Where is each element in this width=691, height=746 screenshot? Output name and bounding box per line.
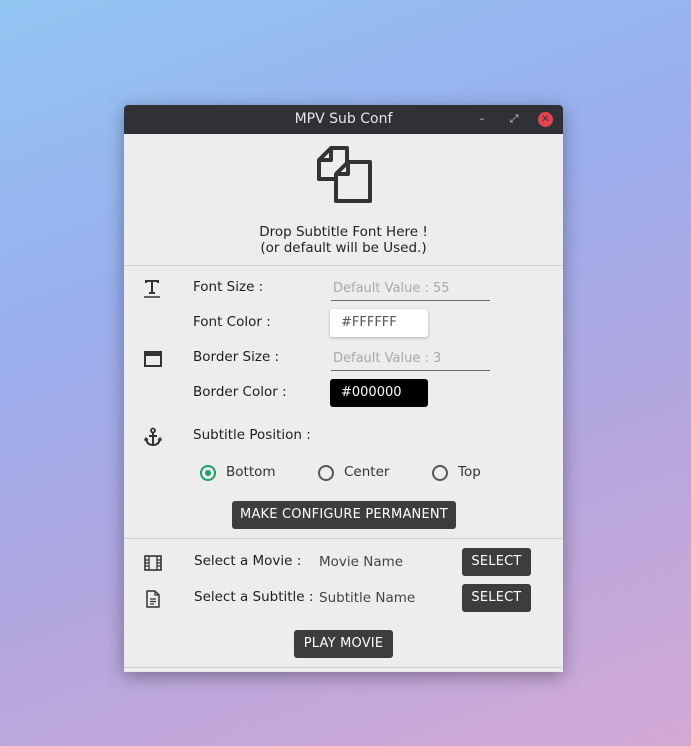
radio-circle bbox=[318, 465, 334, 481]
subtitle-name: Subtitle Name bbox=[319, 590, 416, 606]
desktop: { "window": { "title": "MPV Sub Conf", "… bbox=[0, 0, 691, 746]
subtitle-position-label: Subtitle Position : bbox=[193, 427, 311, 443]
app-window: MPV Sub Conf – ⤢ ✕ Drop Subtitle Font He… bbox=[124, 105, 563, 672]
radio-top-label: Top bbox=[458, 464, 481, 480]
window-title: MPV Sub Conf bbox=[294, 111, 393, 127]
font-color-label: Font Color : bbox=[193, 314, 271, 330]
minimize-button[interactable]: – bbox=[475, 112, 489, 126]
anchor-icon bbox=[143, 427, 163, 447]
font-drop-zone[interactable]: Drop Subtitle Font Here ! (or default wi… bbox=[124, 134, 563, 265]
film-icon bbox=[144, 555, 162, 571]
font-size-input[interactable] bbox=[331, 276, 490, 301]
title-bar[interactable]: MPV Sub Conf – ⤢ ✕ bbox=[124, 105, 563, 134]
select-subtitle-label: Select a Subtitle : bbox=[194, 589, 314, 605]
close-button[interactable]: ✕ bbox=[538, 112, 553, 127]
select-movie-button[interactable]: SELECT bbox=[462, 548, 531, 576]
select-subtitle-button[interactable]: SELECT bbox=[462, 584, 531, 612]
font-color-picker[interactable]: #FFFFFF bbox=[330, 309, 428, 337]
radio-circle bbox=[200, 465, 216, 481]
divider bbox=[124, 265, 563, 266]
divider bbox=[124, 667, 563, 668]
drop-text-line1: Drop Subtitle Font Here ! bbox=[259, 224, 428, 240]
maximize-button[interactable]: ⤢ bbox=[507, 112, 521, 126]
copy-files-icon bbox=[317, 146, 372, 203]
play-movie-button[interactable]: PLAY MOVIE bbox=[294, 630, 393, 658]
border-color-picker[interactable]: #000000 bbox=[330, 379, 428, 407]
text-size-icon bbox=[144, 280, 160, 298]
font-size-label: Font Size : bbox=[193, 279, 264, 295]
border-size-label: Border Size : bbox=[193, 349, 280, 365]
movie-name: Movie Name bbox=[319, 554, 404, 570]
radio-bottom-label: Bottom bbox=[226, 464, 276, 480]
border-color-label: Border Color : bbox=[193, 384, 287, 400]
make-permanent-button[interactable]: MAKE CONFIGURE PERMANENT bbox=[232, 501, 456, 529]
radio-center-label: Center bbox=[344, 464, 390, 480]
drop-text-line2: (or default will be Used.) bbox=[260, 240, 427, 256]
drop-instructions: Drop Subtitle Font Here ! (or default wi… bbox=[124, 224, 563, 256]
radio-circle bbox=[432, 465, 448, 481]
document-icon bbox=[146, 590, 160, 608]
select-movie-label: Select a Movie : bbox=[194, 553, 302, 569]
border-size-input[interactable] bbox=[331, 346, 490, 371]
border-box-icon bbox=[144, 351, 162, 367]
divider bbox=[124, 538, 563, 539]
